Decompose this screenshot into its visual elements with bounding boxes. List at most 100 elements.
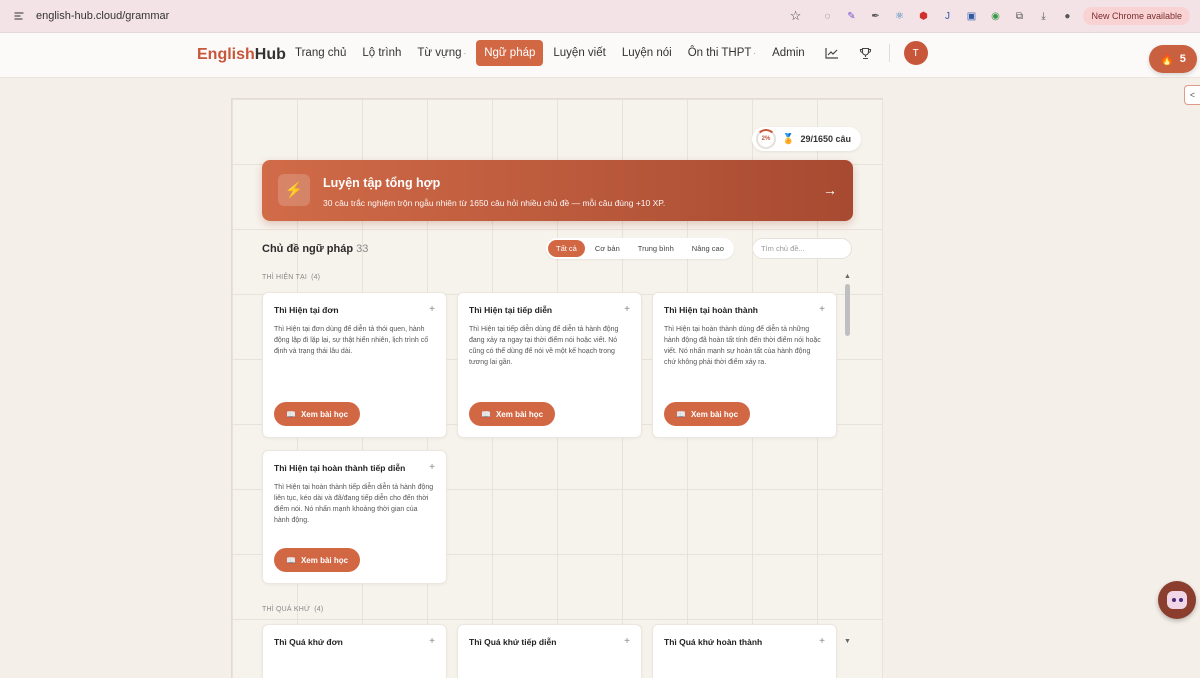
pen-extension-icon[interactable]: ✎ <box>843 8 859 24</box>
view-lesson-label: Xem bài học <box>495 409 544 419</box>
nav-item-exam-prep[interactable]: Ôn thi THPT · <box>682 40 762 66</box>
color-extension-icon[interactable]: ◉ <box>987 8 1003 24</box>
brand-name-part-1: English <box>197 46 255 63</box>
topic-card[interactable]: Thì Hiện tại đơn + Thì Hiện tại đơn dùng… <box>262 292 447 438</box>
app-navbar: EnglishHub Trang chủ Lộ trình Từ vựng · N… <box>0 33 1200 78</box>
group-label: THÌ HIỆN TẠI (4) <box>262 274 320 281</box>
topics-count: 33 <box>356 243 369 255</box>
filter-all[interactable]: Tất cả <box>548 240 585 257</box>
mixed-practice-banner[interactable]: ⚡ Luyện tập tổng hợp 30 câu trắc nghiệm … <box>262 160 853 221</box>
chevron-down-icon: · <box>463 49 467 58</box>
topic-search-input[interactable]: Tìm chủ đề... <box>752 238 852 259</box>
j-extension-icon[interactable]: J <box>939 8 955 24</box>
add-icon[interactable]: + <box>624 304 630 315</box>
filter-basic[interactable]: Cơ bản <box>587 240 628 257</box>
collapse-panel-tab[interactable]: < <box>1184 85 1200 105</box>
topic-title: Thì Quá khứ tiếp diễn <box>469 637 557 647</box>
add-icon[interactable]: + <box>624 636 630 647</box>
extension-icon[interactable]: ◌ <box>819 8 835 24</box>
medal-icon: 🏅 <box>782 133 795 145</box>
topic-card[interactable]: Thì Quá khứ hoàn thành + <box>652 624 837 678</box>
chrome-update-button[interactable]: New Chrome available <box>1083 7 1190 25</box>
bolt-icon: ⚡ <box>278 174 310 206</box>
arrow-right-icon: → <box>823 182 837 198</box>
filter-intermediate[interactable]: Trung bình <box>630 240 682 257</box>
scroll-down-icon[interactable]: ▼ <box>844 638 851 645</box>
nav-item-vocabulary[interactable]: Từ vựng · <box>411 40 472 66</box>
banner-subtitle: 30 câu trắc nghiệm trộn ngẫu nhiên từ 16… <box>323 198 666 208</box>
bookmark-star-icon[interactable]: ☆ <box>790 8 802 24</box>
add-icon[interactable]: + <box>819 636 825 647</box>
topic-title: Thì Hiện tại tiếp diễn <box>469 305 553 315</box>
profile-avatar-icon[interactable]: ● <box>1059 8 1075 24</box>
nav-item-speaking[interactable]: Luyện nói <box>616 40 678 66</box>
flame-icon: 🔥 <box>1160 53 1174 66</box>
add-icon[interactable]: + <box>429 636 435 647</box>
address-bar[interactable]: english-hub.cloud/grammar <box>36 10 790 22</box>
browser-toolbar: english-hub.cloud/grammar ☆ ◌ ✎ ✒ ⚛ ⬢ J … <box>0 0 1200 33</box>
add-icon[interactable]: + <box>819 304 825 315</box>
book-icon: 📖 <box>676 409 686 419</box>
nav-item-writing[interactable]: Luyện viết <box>547 40 611 66</box>
topics-title: Chủ đề ngữ pháp <box>262 243 354 255</box>
chart-icon[interactable] <box>823 44 841 62</box>
view-lesson-button[interactable]: 📖 Xem bài học <box>274 548 361 572</box>
scrollbar-thumb[interactable] <box>845 284 850 336</box>
nav-item-home[interactable]: Trang chủ <box>289 40 352 66</box>
chevron-down-icon: · <box>753 49 757 58</box>
user-avatar[interactable]: T <box>903 41 928 65</box>
nav-item-exam-prep-label: Ôn thi THPT <box>687 47 752 59</box>
topic-card[interactable]: Thì Hiện tại tiếp diễn + Thì Hiện tại ti… <box>457 292 642 438</box>
topic-title: Thì Hiện tại đơn <box>274 305 339 315</box>
topic-title: Thì Quá khứ đơn <box>274 637 343 647</box>
book-icon: 📖 <box>286 409 296 419</box>
capture-extension-icon[interactable]: ▣ <box>963 8 979 24</box>
react-extension-icon[interactable]: ⚛ <box>891 8 907 24</box>
topics-heading: Chủ đề ngữ pháp 33 <box>262 243 368 255</box>
topic-title: Thì Hiện tại hoàn thành <box>664 305 758 315</box>
topic-title: Thì Hiện tại hoàn thành tiếp diễn <box>274 463 406 473</box>
topic-title: Thì Quá khứ hoàn thành <box>664 637 763 647</box>
topic-card[interactable]: Thì Hiện tại hoàn thành tiếp diễn + Thì … <box>262 450 447 584</box>
eyedropper-extension-icon[interactable]: ✒ <box>867 8 883 24</box>
book-icon: 📖 <box>286 555 296 565</box>
level-filter-group: Tất cả Cơ bản Trung bình Nâng cao <box>546 238 734 259</box>
book-icon: 📖 <box>481 409 491 419</box>
topics-scrollbar[interactable]: ▲ ▼ <box>843 273 852 645</box>
streak-badge[interactable]: 🔥 5 <box>1149 45 1197 73</box>
nav-item-vocabulary-label: Từ vựng <box>417 47 462 59</box>
add-icon[interactable]: + <box>429 304 435 315</box>
trophy-icon[interactable] <box>857 44 875 62</box>
view-lesson-button[interactable]: 📖 Xem bài học <box>469 402 556 426</box>
download-icon[interactable]: ⤓ <box>1035 8 1051 24</box>
site-info-icon[interactable] <box>10 7 28 25</box>
view-lesson-label: Xem bài học <box>690 409 739 419</box>
topic-description: Thì Hiện tại hoàn thành dùng để diễn tả … <box>664 326 821 366</box>
nav-item-grammar[interactable]: Ngữ pháp <box>476 40 544 66</box>
topic-card[interactable]: Thì Quá khứ đơn + <box>262 624 447 678</box>
view-lesson-label: Xem bài học <box>300 555 349 565</box>
add-icon[interactable]: + <box>429 462 435 473</box>
brand-logo[interactable]: EnglishHub <box>197 46 286 64</box>
scroll-up-icon[interactable]: ▲ <box>844 273 851 280</box>
banner-title: Luyện tập tổng hợp <box>323 176 441 190</box>
chatbot-button[interactable] <box>1158 581 1196 619</box>
view-lesson-button[interactable]: 📖 Xem bài học <box>274 402 361 426</box>
topic-description: Thì Hiện tại hoàn thành tiếp diễn diễn t… <box>274 484 434 524</box>
view-lesson-button[interactable]: 📖 Xem bài học <box>664 402 751 426</box>
progress-chip: 2% 🏅 29/1650 câu <box>752 127 861 151</box>
extensions-puzzle-icon[interactable]: ⧉ <box>1011 8 1027 24</box>
adblock-extension-icon[interactable]: ⬢ <box>915 8 931 24</box>
extension-icons: ◌ ✎ ✒ ⚛ ⬢ J ▣ ◉ ⧉ ⤓ ● <box>819 8 1075 24</box>
topic-card[interactable]: Thì Quá khứ tiếp diễn + <box>457 624 642 678</box>
brand-name-part-2: Hub <box>254 46 286 63</box>
filter-advanced[interactable]: Nâng cao <box>684 240 732 257</box>
chatbot-eye <box>1178 598 1183 602</box>
progress-ring: 2% <box>756 129 776 149</box>
topic-card[interactable]: Thì Hiện tại hoàn thành + Thì Hiện tại h… <box>652 292 837 438</box>
nav-item-admin[interactable]: Admin <box>766 40 811 66</box>
topic-description: Thì Hiện tại đơn dùng để diễn tả thói qu… <box>274 326 429 355</box>
group-name: THÌ QUÁ KHỨ <box>262 606 311 613</box>
topic-description: Thì Hiện tại tiếp diễn dùng để diễn tả h… <box>469 326 619 366</box>
nav-item-roadmap[interactable]: Lộ trình <box>356 40 407 66</box>
